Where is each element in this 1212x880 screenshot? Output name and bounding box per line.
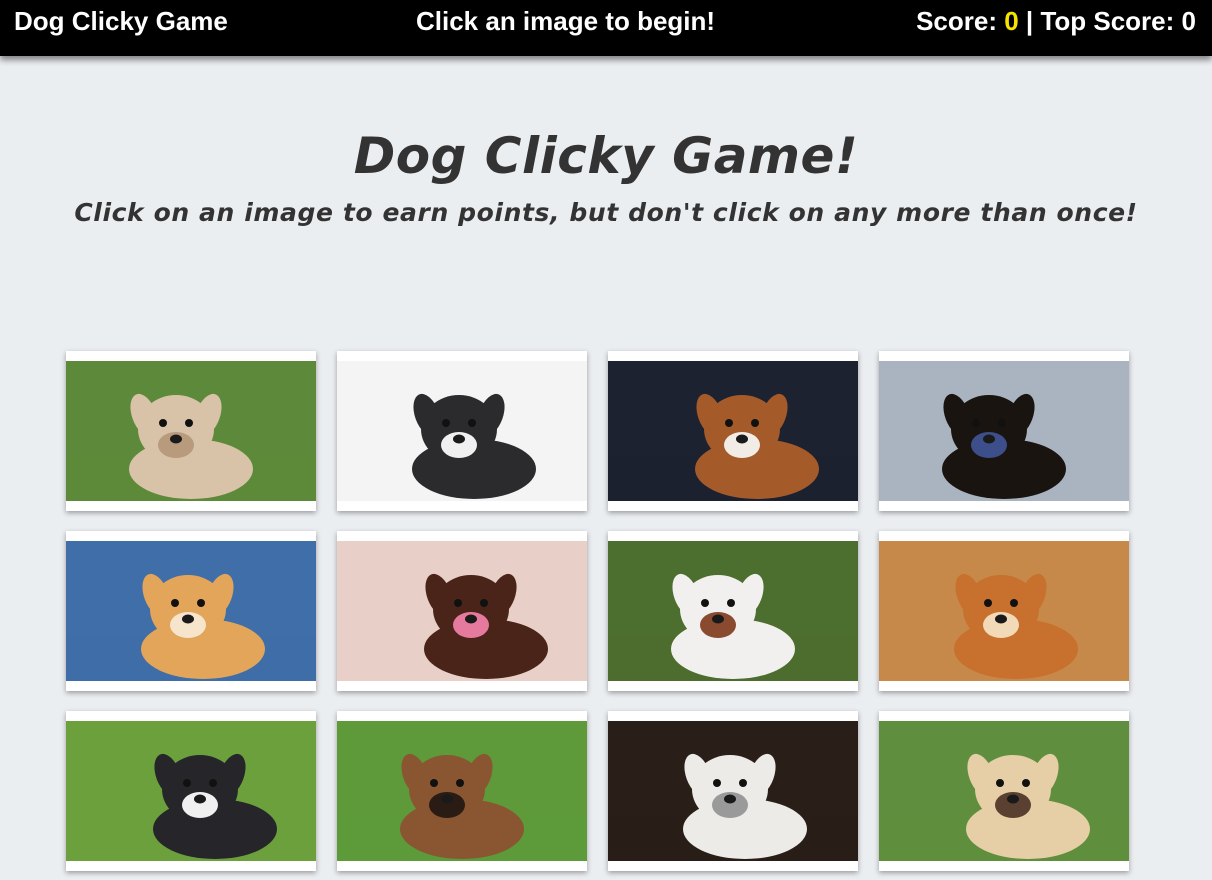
top-score-label: Top Score: — [1040, 6, 1182, 36]
dog-card-corgi-mix[interactable] — [66, 711, 316, 871]
dog-image[interactable] — [608, 541, 858, 681]
dog-photo-graphic — [608, 721, 858, 861]
dog-photo-graphic — [608, 541, 858, 681]
dog-image[interactable] — [608, 361, 858, 501]
score-value: 0 — [1004, 6, 1019, 36]
dog-photo-graphic — [337, 721, 587, 861]
page-subtitle: Click on an image to earn points, but do… — [74, 198, 1138, 227]
dog-image[interactable] — [879, 541, 1129, 681]
dog-image[interactable] — [66, 541, 316, 681]
dog-photo-graphic — [337, 361, 587, 501]
dog-photo-graphic — [879, 361, 1129, 501]
dog-image[interactable] — [337, 541, 587, 681]
dog-card-soft-coated-wheaten[interactable] — [66, 351, 316, 511]
dog-photo-graphic — [608, 361, 858, 501]
dog-photo-graphic — [337, 541, 587, 681]
dog-image[interactable] — [337, 361, 587, 501]
dog-photo-graphic — [66, 541, 316, 681]
dog-photo-graphic — [66, 721, 316, 861]
dog-card-old-english-sheepdog[interactable] — [608, 711, 858, 871]
dog-photo-graphic — [879, 541, 1129, 681]
jumbotron-header: Dog Clicky Game! Click on an image to ea… — [0, 124, 1212, 230]
dog-card-afghan-hound[interactable] — [879, 711, 1129, 871]
dog-image[interactable] — [879, 721, 1129, 861]
dog-card-doberman-in-car[interactable] — [879, 351, 1129, 511]
brand-link[interactable]: Dog Clicky Game — [14, 6, 228, 36]
dog-image[interactable] — [66, 361, 316, 501]
dog-card-beagle[interactable] — [608, 351, 858, 511]
top-score-value: 0 — [1181, 6, 1196, 36]
dog-card-chow-chow[interactable] — [879, 531, 1129, 691]
dog-card-poodle[interactable] — [337, 531, 587, 691]
dog-photo-graphic — [66, 361, 316, 501]
dog-image[interactable] — [879, 361, 1129, 501]
dog-image[interactable] — [608, 721, 858, 861]
page-title: Dog Clicky Game! — [353, 127, 859, 185]
score-label: Score: — [916, 6, 1005, 36]
dog-image[interactable] — [337, 721, 587, 861]
dog-image[interactable] — [66, 721, 316, 861]
dog-card-boston-terrier[interactable] — [337, 351, 587, 511]
navbar: Dog Clicky Game Click an image to begin!… — [0, 0, 1212, 56]
dog-photo-graphic — [879, 721, 1129, 861]
dog-image-grid — [66, 351, 1129, 871]
score-display: Score: 0 | Top Score: 0 — [916, 6, 1196, 36]
score-separator: | — [1018, 6, 1041, 36]
dog-card-boxer[interactable] — [608, 531, 858, 691]
dog-card-bullmastiff[interactable] — [337, 711, 587, 871]
dog-card-pomeranian[interactable] — [66, 531, 316, 691]
game-message: Click an image to begin! — [416, 6, 716, 36]
